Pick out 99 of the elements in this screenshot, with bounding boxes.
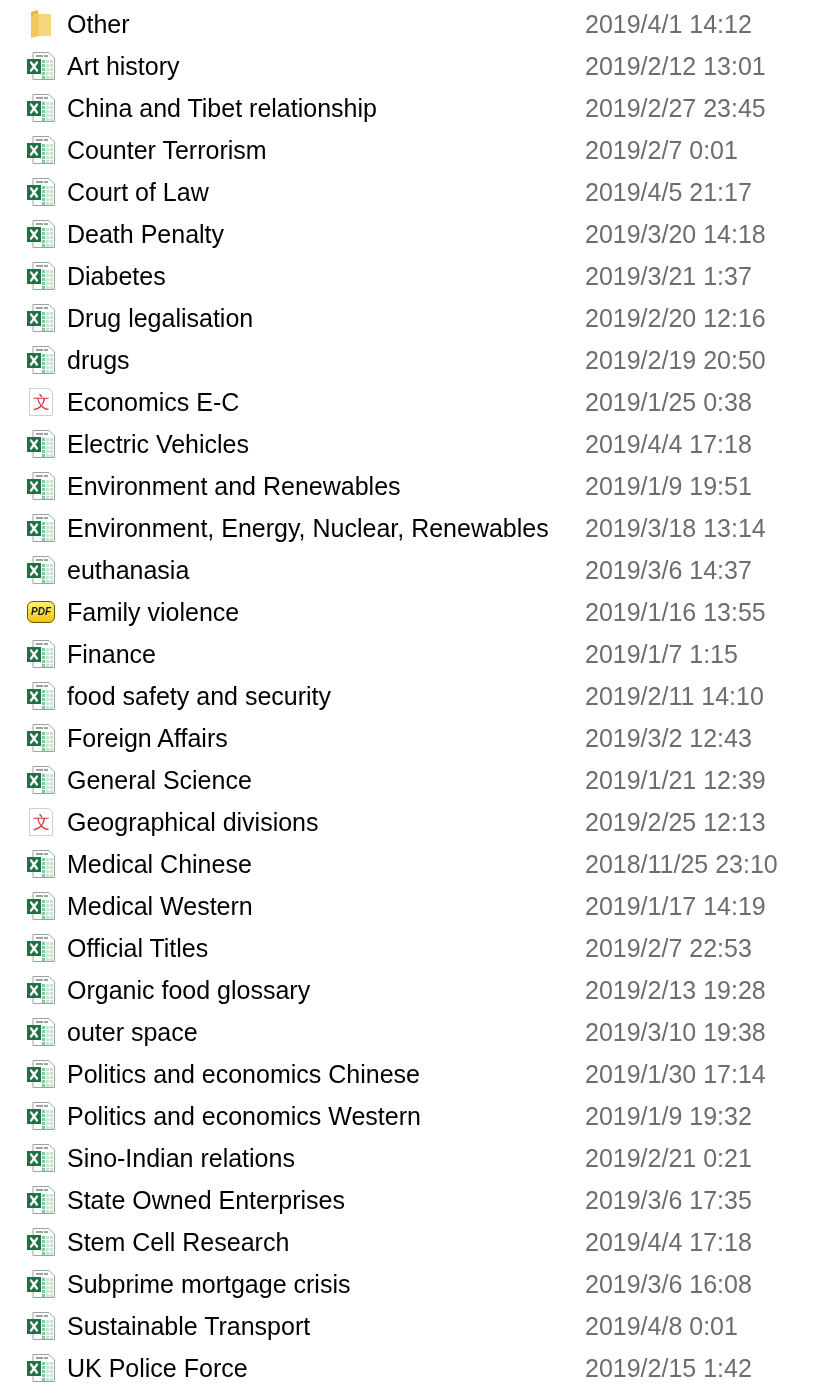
- spreadsheet-icon: [27, 892, 55, 920]
- file-name[interactable]: Drug legalisation: [67, 303, 585, 333]
- spreadsheet-icon: [27, 220, 55, 248]
- spreadsheet-icon: [27, 472, 55, 500]
- spreadsheet-icon: [27, 640, 55, 668]
- file-name[interactable]: China and Tibet relationship: [67, 93, 585, 123]
- spreadsheet-icon: [27, 1228, 55, 1256]
- file-name[interactable]: Economics E-C: [67, 387, 585, 417]
- modified-date: 2019/3/21 1:37: [585, 261, 752, 291]
- spreadsheet-icon: [27, 1270, 55, 1298]
- modified-date: 2019/3/6 14:37: [585, 555, 752, 585]
- file-name[interactable]: Organic food glossary: [67, 975, 585, 1005]
- modified-date: 2019/3/6 17:35: [585, 1185, 752, 1215]
- file-name[interactable]: Politics and economics Chinese: [67, 1059, 585, 1089]
- file-name[interactable]: Sustainable Transport: [67, 1311, 585, 1341]
- file-name[interactable]: Medical Western: [67, 891, 585, 921]
- spreadsheet-icon: [27, 430, 55, 458]
- document-icon: 文: [29, 808, 53, 836]
- spreadsheet-icon: [27, 850, 55, 878]
- spreadsheet-icon: [27, 304, 55, 332]
- modified-date: 2019/1/30 17:14: [585, 1059, 766, 1089]
- modified-date: 2019/3/10 19:38: [585, 1017, 766, 1047]
- modified-date: 2019/4/1 14:12: [585, 9, 752, 39]
- spreadsheet-icon: [27, 766, 55, 794]
- file-name[interactable]: Counter Terrorism: [67, 135, 585, 165]
- file-name[interactable]: Death Penalty: [67, 219, 585, 249]
- spreadsheet-icon: [27, 52, 55, 80]
- spreadsheet-icon: [27, 556, 55, 584]
- file-name[interactable]: food safety and security: [67, 681, 585, 711]
- spreadsheet-icon: [27, 682, 55, 710]
- modified-date: 2019/2/21 0:21: [585, 1143, 752, 1173]
- spreadsheet-icon: [27, 1312, 55, 1340]
- modified-date: 2019/2/7 0:01: [585, 135, 738, 165]
- folder-icon: [31, 10, 51, 38]
- modified-date: 2019/3/20 14:18: [585, 219, 766, 249]
- file-name[interactable]: Other: [67, 9, 585, 39]
- modified-date: 2019/4/4 17:18: [585, 429, 752, 459]
- modified-date: 2019/3/18 13:14: [585, 513, 766, 543]
- spreadsheet-icon: [27, 1102, 55, 1130]
- modified-date: 2019/2/15 1:42: [585, 1353, 752, 1383]
- file-name[interactable]: Environment and Renewables: [67, 471, 585, 501]
- modified-date: 2019/1/21 12:39: [585, 765, 766, 795]
- modified-date: 2019/2/19 20:50: [585, 345, 766, 375]
- spreadsheet-icon: [27, 1186, 55, 1214]
- spreadsheet-icon: [27, 724, 55, 752]
- modified-date: 2019/2/27 23:45: [585, 93, 766, 123]
- modified-date: 2019/4/5 21:17: [585, 177, 752, 207]
- file-name[interactable]: outer space: [67, 1017, 585, 1047]
- modified-date: 2019/2/13 19:28: [585, 975, 766, 1005]
- modified-date: 2019/3/2 12:43: [585, 723, 752, 753]
- modified-date: 2019/2/25 12:13: [585, 807, 766, 837]
- file-name[interactable]: euthanasia: [67, 555, 585, 585]
- spreadsheet-icon: [27, 934, 55, 962]
- file-name[interactable]: Environment, Energy, Nuclear, Renewables: [67, 513, 585, 543]
- spreadsheet-icon: [27, 514, 55, 542]
- modified-date: 2019/1/16 13:55: [585, 597, 766, 627]
- modified-date: 2019/2/12 13:01: [585, 51, 766, 81]
- file-name[interactable]: Family violence: [67, 597, 585, 627]
- file-name[interactable]: Electric Vehicles: [67, 429, 585, 459]
- file-name[interactable]: Diabetes: [67, 261, 585, 291]
- modified-date: 2019/4/8 0:01: [585, 1311, 738, 1341]
- file-name[interactable]: drugs: [67, 345, 585, 375]
- modified-date: 2019/1/9 19:51: [585, 471, 752, 501]
- file-name[interactable]: Finance: [67, 639, 585, 669]
- spreadsheet-icon: [27, 262, 55, 290]
- spreadsheet-icon: [27, 1060, 55, 1088]
- spreadsheet-icon: [27, 1144, 55, 1172]
- spreadsheet-icon: [27, 94, 55, 122]
- file-name[interactable]: Court of Law: [67, 177, 585, 207]
- file-name[interactable]: General Science: [67, 765, 585, 795]
- spreadsheet-icon: [27, 178, 55, 206]
- modified-date: 2019/1/17 14:19: [585, 891, 766, 921]
- file-name[interactable]: Politics and economics Western: [67, 1101, 585, 1131]
- spreadsheet-icon: [27, 1018, 55, 1046]
- modified-date: 2019/1/7 1:15: [585, 639, 738, 669]
- modified-date: 2019/2/11 14:10: [585, 681, 764, 711]
- file-name[interactable]: Official Titles: [67, 933, 585, 963]
- modified-date: 2019/1/9 19:32: [585, 1101, 752, 1131]
- file-name[interactable]: Medical Chinese: [67, 849, 585, 879]
- file-name[interactable]: Art history: [67, 51, 585, 81]
- modified-date: 2019/4/4 17:18: [585, 1227, 752, 1257]
- file-name[interactable]: Subprime mortgage crisis: [67, 1269, 585, 1299]
- file-name[interactable]: Stem Cell Research: [67, 1227, 585, 1257]
- modified-date: 2018/11/25 23:10: [585, 849, 778, 879]
- modified-date: 2019/3/6 16:08: [585, 1269, 752, 1299]
- modified-date: 2019/1/25 0:38: [585, 387, 752, 417]
- file-name[interactable]: Foreign Affairs: [67, 723, 585, 753]
- spreadsheet-icon: [27, 136, 55, 164]
- spreadsheet-icon: [27, 346, 55, 374]
- file-name[interactable]: Sino-Indian relations: [67, 1143, 585, 1173]
- spreadsheet-icon: [27, 976, 55, 1004]
- file-name[interactable]: UK Police Force: [67, 1353, 585, 1383]
- modified-date: 2019/2/7 22:53: [585, 933, 752, 963]
- file-name[interactable]: Geographical divisions: [67, 807, 585, 837]
- document-icon: 文: [29, 388, 53, 416]
- pdf-icon: PDF: [27, 601, 55, 623]
- file-name[interactable]: State Owned Enterprises: [67, 1185, 585, 1215]
- modified-date: 2019/2/20 12:16: [585, 303, 766, 333]
- spreadsheet-icon: [27, 1354, 55, 1382]
